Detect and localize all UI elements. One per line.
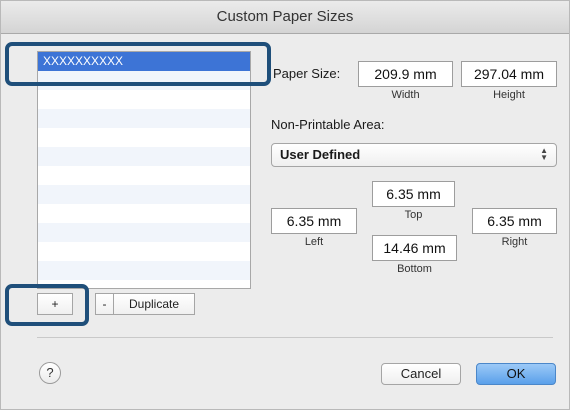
window-title: Custom Paper Sizes (1, 1, 569, 34)
custom-paper-sizes-dialog: Custom Paper Sizes XXXXXXXXXX + - Duplic… (0, 0, 570, 410)
list-item[interactable] (38, 128, 250, 147)
list-item[interactable] (38, 147, 250, 166)
ok-button[interactable]: OK (476, 363, 556, 385)
list-item[interactable] (38, 261, 250, 280)
paper-size-list[interactable]: XXXXXXXXXX (37, 51, 251, 289)
list-item[interactable] (38, 109, 250, 128)
paper-height-field[interactable]: 297.04 mm (461, 61, 557, 87)
cancel-button[interactable]: Cancel (381, 363, 461, 385)
top-margin-field[interactable]: 6.35 mm (372, 181, 455, 207)
left-margin-label: Left (304, 236, 324, 248)
list-item[interactable] (38, 166, 250, 185)
add-button-highlight-frame (5, 284, 89, 326)
list-item[interactable] (38, 185, 250, 204)
non-printable-area-selected-value: User Defined (280, 147, 361, 162)
duplicate-paper-button[interactable]: Duplicate (113, 293, 195, 315)
right-margin-label: Right (501, 236, 528, 248)
updown-arrows-icon: ▲ ▼ (540, 146, 548, 163)
non-printable-area-select[interactable]: User Defined ▲ ▼ (271, 143, 557, 167)
top-margin-label: Top (404, 209, 423, 221)
list-item[interactable] (38, 223, 250, 242)
remove-paper-button[interactable]: - (95, 293, 113, 315)
paper-width-label: Width (391, 89, 420, 101)
list-item[interactable] (38, 90, 250, 109)
non-printable-area-label: Non-Printable Area: (271, 117, 385, 132)
paper-size-label: Paper Size: (273, 66, 341, 81)
right-margin-field[interactable]: 6.35 mm (472, 208, 557, 234)
paper-height-label: Height (493, 89, 525, 101)
list-item[interactable] (38, 242, 250, 261)
list-item[interactable] (38, 204, 250, 223)
bottom-margin-label: Bottom (397, 263, 432, 275)
footer-divider (37, 337, 553, 338)
list-highlight-frame (5, 42, 271, 86)
left-margin-field[interactable]: 6.35 mm (271, 208, 357, 234)
help-button[interactable]: ? (39, 362, 61, 384)
paper-width-field[interactable]: 209.9 mm (358, 61, 453, 87)
bottom-margin-field[interactable]: 14.46 mm (372, 235, 457, 261)
